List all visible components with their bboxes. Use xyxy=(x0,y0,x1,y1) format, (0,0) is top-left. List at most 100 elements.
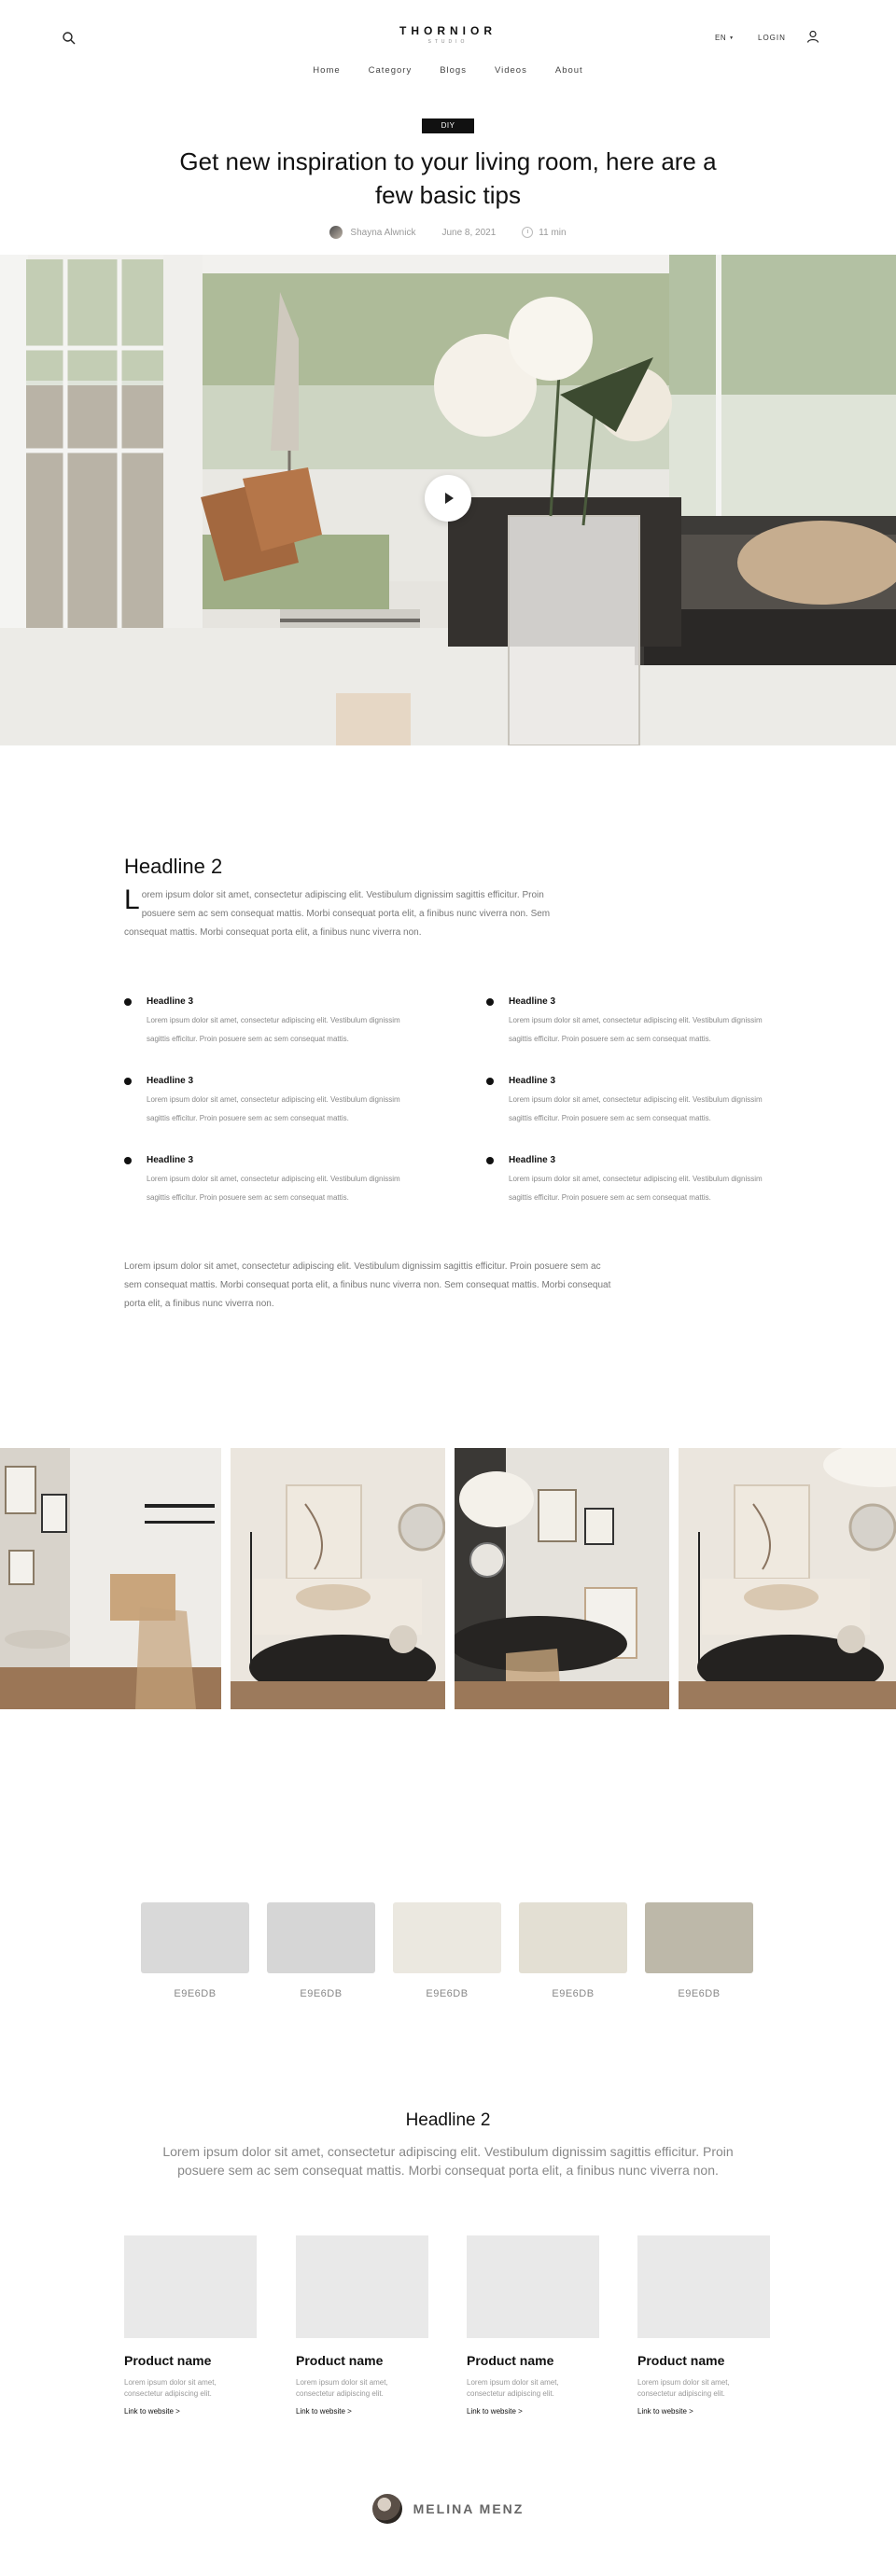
author-avatar xyxy=(371,2494,402,2524)
swatch-code: E9E6DB xyxy=(174,1988,217,1999)
product-image[interactable] xyxy=(637,2235,770,2338)
product-description: Lorem ipsum dolor sit amet, consectetur … xyxy=(296,2378,388,2398)
gallery-image[interactable] xyxy=(0,1448,221,1709)
feature-title: Headline 3 xyxy=(509,996,556,1007)
nav-item-home[interactable]: Home xyxy=(313,65,340,76)
language-label: EN xyxy=(715,34,727,42)
feature-item: Headline 3 Lorem ipsum dolor sit amet, c… xyxy=(124,1151,423,1207)
article-outro: Lorem ipsum dolor sit amet, consectetur … xyxy=(124,1261,611,1309)
feature-text: Lorem ipsum dolor sit amet, consectetur … xyxy=(509,1095,763,1122)
hero-video[interactable] xyxy=(0,255,896,745)
play-button[interactable] xyxy=(425,475,471,522)
product-link[interactable]: Link to website > xyxy=(124,2407,257,2416)
product-link[interactable]: Link to website > xyxy=(467,2407,599,2416)
article-title: Get new inspiration to your living room,… xyxy=(179,147,717,209)
feature-title: Headline 3 xyxy=(147,1076,194,1086)
product-description: Lorem ipsum dolor sit amet, consectetur … xyxy=(637,2378,730,2398)
swatch-chip xyxy=(393,1902,501,1973)
intro-text: orem ipsum dolor sit amet, consectetur a… xyxy=(124,890,551,938)
author-footer-name: MELINA MENZ xyxy=(413,2501,525,2516)
author-footer[interactable]: MELINA MENZ xyxy=(0,2494,896,2524)
feature-text: Lorem ipsum dolor sit amet, consectetur … xyxy=(147,1095,400,1122)
color-swatch[interactable]: E9E6DB xyxy=(393,1902,501,1999)
swatch-code: E9E6DB xyxy=(552,1988,595,1999)
product-link[interactable]: Link to website > xyxy=(296,2407,428,2416)
bullet-icon xyxy=(124,1157,132,1164)
product-description: Lorem ipsum dolor sit amet, consectetur … xyxy=(467,2378,559,2398)
swatch-code: E9E6DB xyxy=(678,1988,721,1999)
bullet-icon xyxy=(486,1157,494,1164)
product-name: Product name xyxy=(637,2353,725,2368)
bullet-icon xyxy=(124,1078,132,1085)
bullet-icon xyxy=(486,998,494,1006)
color-swatch[interactable]: E9E6DB xyxy=(141,1902,249,1999)
author-name: Shayna Alwnick xyxy=(350,227,416,238)
article-intro: Lorem ipsum dolor sit amet, consectetur … xyxy=(124,886,572,942)
color-swatch[interactable]: E9E6DB xyxy=(645,1902,753,1999)
product-card[interactable]: Product name Lorem ipsum dolor sit amet,… xyxy=(124,2235,257,2416)
bullet-icon xyxy=(124,998,132,1006)
gallery-image[interactable] xyxy=(679,1448,896,1709)
nav-item-category[interactable]: Category xyxy=(369,65,413,76)
feature-text: Lorem ipsum dolor sit amet, consectetur … xyxy=(147,1016,400,1043)
read-time-label: 11 min xyxy=(539,227,567,238)
feature-title: Headline 3 xyxy=(147,1155,194,1165)
product-card[interactable]: Product name Lorem ipsum dolor sit amet,… xyxy=(296,2235,428,2416)
gallery-image[interactable] xyxy=(231,1448,445,1709)
category-badge[interactable]: DIY xyxy=(422,118,474,133)
gallery-image[interactable] xyxy=(455,1448,669,1709)
swatch-code: E9E6DB xyxy=(300,1988,343,1999)
product-link[interactable]: Link to website > xyxy=(637,2407,770,2416)
play-icon xyxy=(445,493,454,504)
read-time: 11 min xyxy=(522,227,567,238)
main-nav: Home Category Blogs Videos About xyxy=(0,65,896,76)
product-list: Product name Lorem ipsum dolor sit amet,… xyxy=(124,2235,772,2422)
chevron-down-icon: ▼ xyxy=(729,35,735,41)
feature-title: Headline 3 xyxy=(147,996,194,1007)
feature-item: Headline 3 Lorem ipsum dolor sit amet, c… xyxy=(124,1072,423,1128)
user-icon[interactable] xyxy=(806,30,819,43)
product-description: Lorem ipsum dolor sit amet, consectetur … xyxy=(124,2378,217,2398)
products-headline: Headline 2 xyxy=(405,2110,491,2130)
feature-title: Headline 3 xyxy=(509,1155,556,1165)
feature-title: Headline 3 xyxy=(509,1076,556,1086)
author-avatar xyxy=(329,226,343,239)
feature-item: Headline 3 Lorem ipsum dolor sit amet, c… xyxy=(486,1151,785,1207)
feature-item: Headline 3 Lorem ipsum dolor sit amet, c… xyxy=(486,1072,785,1128)
product-name: Product name xyxy=(124,2353,212,2368)
feature-text: Lorem ipsum dolor sit amet, consectetur … xyxy=(509,1016,763,1043)
login-link[interactable]: LOGIN xyxy=(758,34,786,42)
product-image[interactable] xyxy=(467,2235,599,2338)
nav-item-blogs[interactable]: Blogs xyxy=(440,65,467,76)
author-info[interactable]: Shayna Alwnick xyxy=(329,226,415,239)
nav-item-videos[interactable]: Videos xyxy=(495,65,527,76)
feature-text: Lorem ipsum dolor sit amet, consectetur … xyxy=(147,1175,400,1202)
clock-icon xyxy=(522,227,534,238)
site-header: THORNIOR STUDIO EN ▼ LOGIN Home Category … xyxy=(0,0,896,84)
drop-cap: L xyxy=(124,884,140,915)
product-card[interactable]: Product name Lorem ipsum dolor sit amet,… xyxy=(637,2235,770,2416)
product-image[interactable] xyxy=(124,2235,257,2338)
color-swatch[interactable]: E9E6DB xyxy=(519,1902,627,1999)
swatch-chip xyxy=(519,1902,627,1973)
bullet-icon xyxy=(486,1078,494,1085)
feature-text: Lorem ipsum dolor sit amet, consectetur … xyxy=(509,1175,763,1202)
feature-item: Headline 3 Lorem ipsum dolor sit amet, c… xyxy=(486,993,785,1049)
color-palette: E9E6DB E9E6DB E9E6DB E9E6DB E9E6DB xyxy=(141,1902,753,2005)
product-name: Product name xyxy=(296,2353,384,2368)
products-intro: Lorem ipsum dolor sit amet, consectetur … xyxy=(162,2144,734,2178)
product-card[interactable]: Product name Lorem ipsum dolor sit amet,… xyxy=(467,2235,599,2416)
nav-item-about[interactable]: About xyxy=(555,65,583,76)
article-headline: Headline 2 xyxy=(124,855,223,878)
feature-item: Headline 3 Lorem ipsum dolor sit amet, c… xyxy=(124,993,423,1049)
language-selector[interactable]: EN ▼ xyxy=(715,34,735,42)
product-name: Product name xyxy=(467,2353,554,2368)
article-meta: Shayna Alwnick June 8, 2021 11 min xyxy=(0,226,896,239)
swatch-code: E9E6DB xyxy=(426,1988,469,1999)
image-gallery xyxy=(0,1448,896,1709)
swatch-chip xyxy=(267,1902,375,1973)
swatch-chip xyxy=(645,1902,753,1973)
article-date: June 8, 2021 xyxy=(441,227,497,238)
product-image[interactable] xyxy=(296,2235,428,2338)
color-swatch[interactable]: E9E6DB xyxy=(267,1902,375,1999)
